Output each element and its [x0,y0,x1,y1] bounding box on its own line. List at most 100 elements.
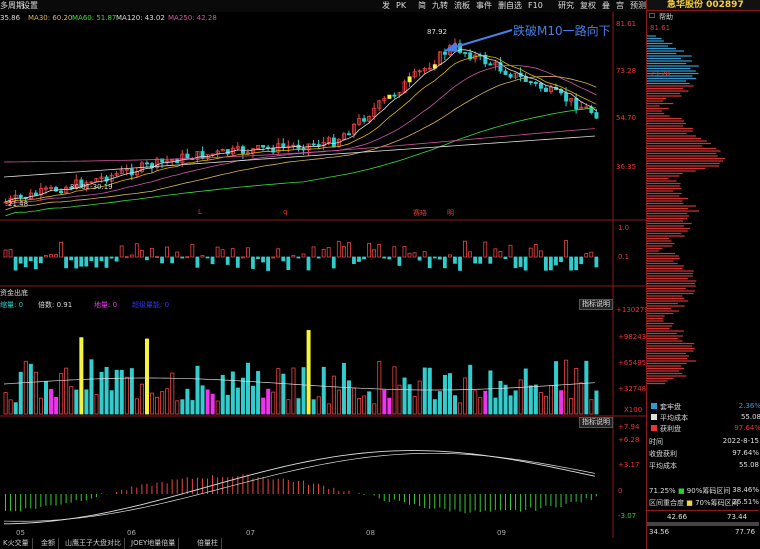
toolbar-item[interactable]: 研究 [558,1,574,11]
volume-bar [447,373,452,415]
candle-body [362,118,367,122]
volume-bar [256,370,261,415]
ind1-bar [150,247,154,258]
ind3-tick: +6.28 [618,436,640,444]
volume-bar [589,399,594,415]
ind1-bar [468,251,473,258]
price-tick: 73.28 [616,67,637,75]
ind2-legend-item: 地量: 0 [94,301,118,309]
ind1-tick: 0.1 [618,253,630,261]
volume-bar [538,392,543,415]
ind2-tick: +32748 [618,385,647,393]
period-label[interactable]: 多周期 [0,0,24,12]
volume-bar [139,383,144,415]
help-icon[interactable]: ☐ [649,12,655,20]
ind1-bar [104,256,109,268]
ind1-bar [392,246,397,258]
ind1-bar [311,246,316,258]
volume-bar [170,372,175,415]
volume-bar [402,377,407,415]
candle-body [392,94,397,97]
toolbar-item[interactable]: 宫 [616,1,624,11]
x-tick: 05 [16,529,25,537]
ind1-bar [427,256,432,269]
toolbar-item[interactable]: 复权 [580,1,596,11]
range-val: 42.66 [667,513,688,521]
volume-bar [185,388,190,415]
ind1-bar [170,256,175,264]
candle-body [543,87,548,92]
volume-bar [311,399,316,415]
volume-bar [124,376,129,415]
toolbar-item[interactable]: 删自选 [498,1,522,11]
event-marker[interactable]: q [283,208,287,216]
ind1-bar [13,256,18,271]
chip-distribution [647,35,726,385]
volume-bar [584,360,589,415]
candle-body [59,190,64,194]
volume-bar [281,373,286,415]
toolbar-item[interactable]: 发 [382,1,390,11]
candle-body [346,133,351,136]
x-tick: 06 [127,529,136,537]
ind1-bar [478,256,483,264]
volume-bar [104,366,109,415]
ind1-bar [175,251,180,258]
volume-bar [473,390,478,415]
volume-bar [372,403,377,415]
candle-body [144,162,149,165]
ind3-explain-button[interactable]: 指标说明 [579,417,613,428]
ind1-bar [38,256,43,264]
volume-bar [89,359,94,415]
ind2-legend: 缩量: 0 倍数: 0.91 地量: 0 超级量能: 0 [0,300,200,309]
volume-bar [235,387,240,415]
settings-label[interactable]: 设置 [22,0,38,12]
toolbar-item[interactable]: 简 [418,1,426,11]
ind1-bar [301,253,306,258]
ind1-bar [44,255,48,258]
ind1-bar [402,246,407,258]
ind1-bar [3,249,8,258]
toolbar-item[interactable]: 叠 [602,1,610,11]
ind1-bar [235,256,240,268]
volume-bar [549,385,554,415]
bottom-tab[interactable]: 山鹰王子大盘对比 [62,538,125,549]
toolbar-item[interactable]: 事件 [476,1,492,11]
ind3-tick: +3.17 [618,461,640,469]
ind1-bar [538,250,543,258]
volume-bar [341,363,346,415]
ind1-bar [28,256,33,262]
ind1-bar [225,256,230,265]
bottom-tab[interactable]: 金额 [38,538,59,549]
ind1-bar [518,256,523,267]
volume-bar [38,397,43,415]
help-label[interactable]: 帮助 [659,12,673,22]
ind1-bar [417,256,422,261]
ind1-bar [564,240,568,258]
candle-body [331,137,336,147]
ind2-explain-button[interactable]: 指标说明 [579,299,613,310]
toolbar-item[interactable]: PK [396,1,406,11]
volume-bar [382,389,387,415]
event-marker[interactable]: 赛珞 [413,208,427,218]
volume-bar [286,399,291,415]
candle-body [225,149,230,155]
volume-bar [175,400,180,415]
event-marker[interactable]: L [198,208,202,216]
ind1-bar [432,256,437,259]
volume-bar [44,380,49,415]
toolbar-item[interactable]: 九转 [432,1,448,11]
bottom-tab[interactable]: K火交量 [0,538,33,549]
volume-bar [336,389,341,415]
toolbar-item[interactable]: 预测 [630,1,646,11]
ind2-title: 资金出底 [0,289,28,297]
volume-bar [54,396,59,415]
bottom-tab[interactable]: 倍量柱 [194,538,222,549]
volume-bar [559,390,564,415]
ind1-bar [493,248,498,258]
bottom-tab[interactable]: JOEY地量倍量 [128,538,180,549]
toolbar-item[interactable]: 流板 [454,1,470,11]
ind1-bar [498,251,503,258]
event-marker[interactable]: 明 [447,208,454,218]
toolbar-item[interactable]: F10 [528,1,543,11]
